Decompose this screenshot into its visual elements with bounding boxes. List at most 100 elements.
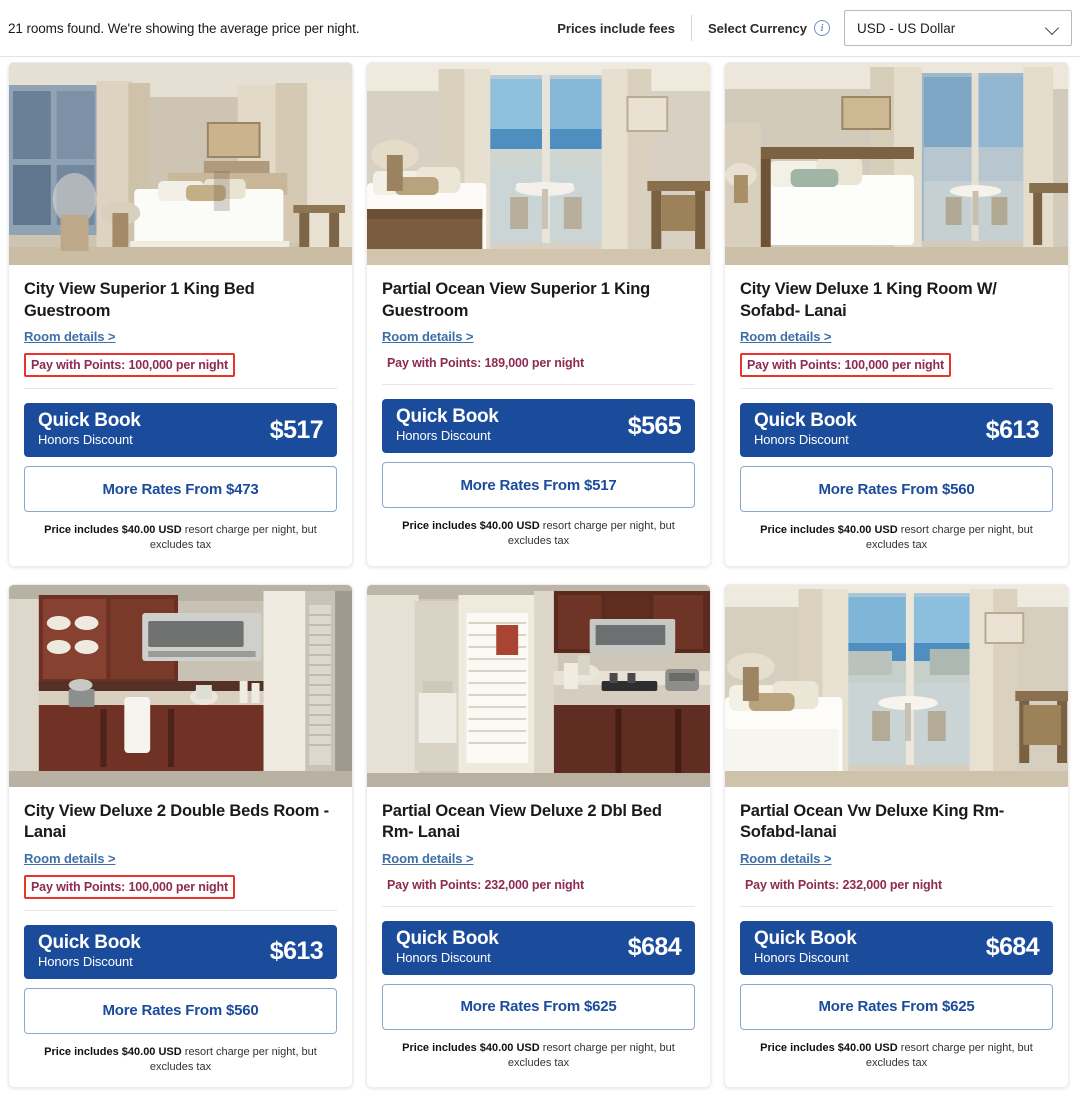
quick-book-price: $613 <box>269 937 324 966</box>
pay-with-points-row: Pay with Points: 232,000 per night <box>382 875 589 895</box>
quick-book-price: $684 <box>627 933 682 962</box>
room-card-body: Partial Ocean Vw Deluxe King Rm- Sofabd-… <box>725 787 1068 1088</box>
rooms-found-text: 21 rooms found. We're showing the averag… <box>8 20 360 36</box>
toolbar-right-group: Prices include fees Select Currency i US… <box>557 10 1072 46</box>
pay-with-points-text: Pay with Points: 100,000 per night <box>740 353 952 377</box>
room-title: Partial Ocean View Superior 1 King Guest… <box>382 280 650 320</box>
info-icon[interactable]: i <box>814 20 830 36</box>
room-photo[interactable] <box>725 584 1068 787</box>
room-details-link[interactable]: Room details > <box>24 329 337 344</box>
quick-book-button[interactable]: Quick Book Honors Discount $613 <box>740 403 1053 457</box>
room-card-body: Partial Ocean View Superior 1 King Guest… <box>367 265 710 566</box>
room-title: City View Deluxe 1 King Room W/ Sofabd- … <box>740 280 997 320</box>
room-card: City View Superior 1 King Bed Guestroom … <box>8 62 353 567</box>
room-details-link[interactable]: Room details > <box>740 851 1053 866</box>
currency-select[interactable]: USD - US Dollar <box>844 10 1072 46</box>
more-rates-button[interactable]: More Rates From $473 <box>24 466 337 512</box>
pay-with-points-row: Pay with Points: 232,000 per night <box>740 875 947 895</box>
room-title: Partial Ocean View Deluxe 2 Dbl Bed Rm- … <box>382 801 662 842</box>
room-title: Partial Ocean Vw Deluxe King Rm- Sofabd-… <box>740 801 1005 842</box>
room-card: City View Deluxe 1 King Room W/ Sofabd- … <box>724 62 1069 567</box>
room-card: Partial Ocean Vw Deluxe King Rm- Sofabd-… <box>724 583 1069 1089</box>
quick-book-price: $517 <box>269 415 324 444</box>
room-details-link[interactable]: Room details > <box>24 851 337 866</box>
room-card-body: City View Deluxe 1 King Room W/ Sofabd- … <box>725 265 1068 566</box>
results-toolbar: 21 rooms found. We're showing the averag… <box>0 0 1080 57</box>
quick-book-title: Quick Book <box>754 410 857 432</box>
more-rates-button[interactable]: More Rates From $625 <box>382 983 695 1030</box>
quick-book-title: Quick Book <box>754 927 857 949</box>
room-photo[interactable] <box>367 63 710 265</box>
card-divider <box>24 388 337 389</box>
quick-book-labels: Quick Book Honors Discount <box>754 927 857 967</box>
pay-with-points-text: Pay with Points: 100,000 per night <box>24 353 236 377</box>
more-rates-button[interactable]: More Rates From $517 <box>382 462 695 508</box>
room-card-body: City View Deluxe 2 Double Beds Room - La… <box>9 787 352 1088</box>
room-title: City View Superior 1 King Bed Guestroom <box>24 280 255 320</box>
card-divider <box>382 905 695 907</box>
quick-book-title: Quick Book <box>38 410 141 432</box>
room-card: Partial Ocean View Superior 1 King Guest… <box>366 62 711 567</box>
room-details-link[interactable]: Room details > <box>740 329 1053 344</box>
room-details-link[interactable]: Room details > <box>382 329 695 344</box>
room-card: Partial Ocean View Deluxe 2 Dbl Bed Rm- … <box>366 583 711 1089</box>
card-divider <box>740 905 1053 907</box>
room-card: City View Deluxe 2 Double Beds Room - La… <box>8 583 353 1089</box>
more-rates-label: More Rates From $560 <box>102 1002 259 1020</box>
room-card-body: Partial Ocean View Deluxe 2 Dbl Bed Rm- … <box>367 787 710 1088</box>
resort-charge-note: Price includes $40.00 USD resort charge … <box>382 1041 695 1084</box>
more-rates-button[interactable]: More Rates From $625 <box>740 983 1053 1030</box>
pay-with-points-row: Pay with Points: 189,000 per night <box>382 353 589 373</box>
honors-discount-label: Honors Discount <box>396 428 491 444</box>
resort-charge-amount: Price includes $40.00 USD <box>44 524 182 536</box>
honors-discount-label: Honors Discount <box>754 949 849 965</box>
quick-book-button[interactable]: Quick Book Honors Discount $517 <box>24 403 337 457</box>
room-photo[interactable] <box>9 63 352 265</box>
room-details-link[interactable]: Room details > <box>382 851 695 866</box>
currency-select-value: USD - US Dollar <box>857 20 956 36</box>
resort-charge-amount: Price includes $40.00 USD <box>760 524 898 536</box>
room-photo[interactable] <box>367 584 710 787</box>
quick-book-labels: Quick Book Honors Discount <box>396 407 499 445</box>
room-title: City View Deluxe 2 Double Beds Room - La… <box>24 801 329 842</box>
quick-book-price: $613 <box>985 415 1040 444</box>
quick-book-button[interactable]: Quick Book Honors Discount $565 <box>382 399 695 453</box>
pay-with-points-row: Pay with Points: 100,000 per night <box>24 353 236 377</box>
resort-charge-amount: Price includes $40.00 USD <box>402 1041 540 1054</box>
more-rates-button[interactable]: More Rates From $560 <box>24 987 337 1034</box>
quick-book-labels: Quick Book Honors Discount <box>754 411 857 449</box>
resort-charge-note: Price includes $40.00 USD resort charge … <box>740 1041 1053 1084</box>
card-divider <box>24 909 337 911</box>
more-rates-button[interactable]: More Rates From $560 <box>740 466 1053 512</box>
room-photo[interactable] <box>725 63 1068 265</box>
more-rates-label: More Rates From $625 <box>460 998 617 1016</box>
resort-charge-note: Price includes $40.00 USD resort charge … <box>740 523 1053 566</box>
resort-charge-note: Price includes $40.00 USD resort charge … <box>382 519 695 562</box>
more-rates-label: More Rates From $625 <box>818 998 975 1016</box>
pay-with-points-text: Pay with Points: 232,000 per night <box>387 877 585 892</box>
more-rates-label: More Rates From $560 <box>818 480 975 498</box>
quick-book-labels: Quick Book Honors Discount <box>38 411 141 449</box>
quick-book-labels: Quick Book Honors Discount <box>396 928 499 967</box>
room-results-grid: City View Superior 1 King Bed Guestroom … <box>0 57 1080 1089</box>
room-photo[interactable] <box>9 584 352 787</box>
quick-book-button[interactable]: Quick Book Honors Discount $684 <box>382 920 695 975</box>
resort-charge-amount: Price includes $40.00 USD <box>760 1041 898 1054</box>
resort-charge-note: Price includes $40.00 USD resort charge … <box>24 523 337 566</box>
card-divider <box>382 384 695 385</box>
pay-with-points-text: Pay with Points: 232,000 per night <box>745 877 943 892</box>
quick-book-button[interactable]: Quick Book Honors Discount $684 <box>740 920 1053 975</box>
pay-with-points-row: Pay with Points: 100,000 per night <box>740 353 952 377</box>
pay-with-points-row: Pay with Points: 100,000 per night <box>24 874 236 899</box>
quick-book-labels: Quick Book Honors Discount <box>38 932 141 971</box>
resort-charge-amount: Price includes $40.00 USD <box>402 520 540 532</box>
more-rates-label: More Rates From $473 <box>102 480 259 498</box>
more-rates-label: More Rates From $517 <box>460 476 617 494</box>
select-currency-label: Select Currency <box>708 20 807 36</box>
quick-book-price: $565 <box>627 411 682 440</box>
select-currency-group: Select Currency i <box>692 20 844 36</box>
pay-with-points-text: Pay with Points: 100,000 per night <box>24 874 236 899</box>
quick-book-button[interactable]: Quick Book Honors Discount $613 <box>24 924 337 979</box>
room-card-body: City View Superior 1 King Bed Guestroom … <box>9 265 352 566</box>
quick-book-price: $684 <box>985 933 1040 962</box>
